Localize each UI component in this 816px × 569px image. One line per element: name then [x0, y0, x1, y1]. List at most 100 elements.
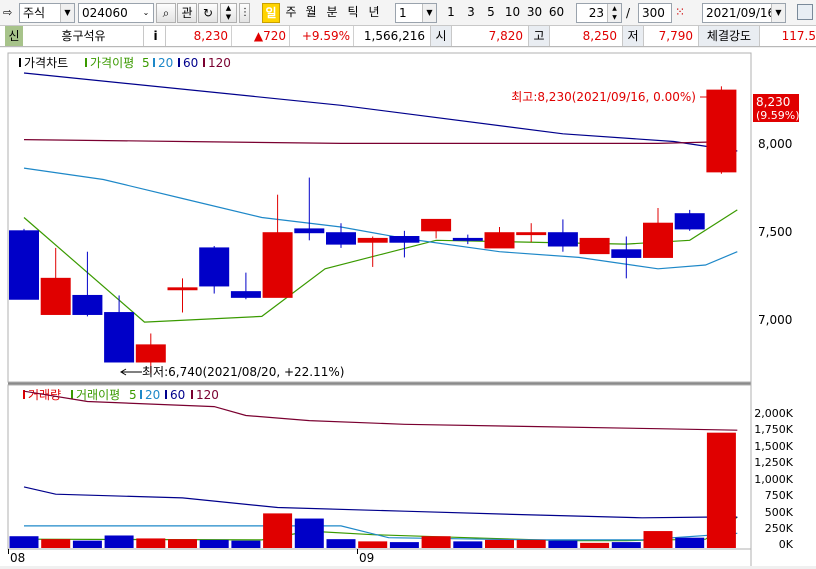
candle-body — [547, 232, 578, 247]
new-listing-tag: 신 — [5, 26, 23, 46]
market-type-select[interactable]: 주식 ▼ — [19, 3, 75, 23]
current-price-value: 8,230 — [193, 29, 228, 43]
period-tab-day[interactable]: 일 — [262, 3, 280, 23]
candle-body — [199, 247, 230, 287]
volume-y-tick: 2,000K — [754, 407, 793, 420]
volume-bar — [72, 540, 102, 548]
high-label: 고 — [528, 26, 550, 46]
quick-unit-1[interactable]: 1 — [442, 3, 460, 23]
candle-body — [389, 236, 420, 243]
link-arrow-icon[interactable]: ⇨ — [3, 6, 17, 20]
chevron-down-icon: ▼ — [422, 4, 436, 22]
low-label: 저 — [622, 26, 644, 46]
max-annotation-text: 최고:8,230(2021/09/16, 0.00%) — [511, 90, 696, 104]
price-legend-ma120: 120 — [208, 56, 231, 70]
quick-unit-3[interactable]: 3 — [462, 3, 480, 23]
legend-marker — [153, 58, 155, 67]
open-price-value: 7,820 — [488, 29, 523, 43]
volume-y-tick: 750K — [765, 489, 794, 502]
high-price-value: 8,250 — [582, 29, 617, 43]
volume-bar — [358, 541, 388, 548]
volume-bar — [199, 539, 229, 548]
candle-body — [484, 232, 515, 249]
count-input[interactable]: 23 ▲ ▼ — [576, 3, 622, 23]
legend-marker — [178, 58, 180, 67]
quick-unit-label: 10 — [504, 5, 521, 19]
change-rate-value: +9.59% — [301, 29, 350, 43]
market-type-value: 주식 — [23, 6, 46, 20]
low-label-text: 저 — [627, 29, 639, 43]
period-tab-year[interactable]: 년 — [365, 3, 383, 23]
trade-volume-value: 1,566,216 — [363, 29, 425, 43]
legend-marker — [140, 390, 142, 399]
period-tab-week[interactable]: 주 — [282, 3, 300, 23]
x-label-08: 08 — [10, 551, 25, 565]
volume-bar — [453, 541, 483, 548]
volume-bar — [675, 537, 705, 548]
candle-body — [230, 291, 261, 298]
candle-body — [40, 277, 71, 315]
period-tab-label: 일 — [265, 6, 277, 20]
volume-bar — [326, 539, 356, 548]
open-label: 시 — [430, 26, 452, 46]
window-icon[interactable] — [797, 4, 813, 20]
date-select[interactable]: 2021/09/16 ▼ — [702, 3, 786, 23]
volume-legend-ma20: 20 — [145, 388, 160, 402]
date-value: 2021/09/16 — [706, 6, 776, 20]
quick-unit-30[interactable]: 30 — [524, 3, 545, 23]
period-tab-tick[interactable]: 틱 — [344, 3, 362, 23]
candle-body — [452, 237, 483, 241]
legend-marker — [203, 58, 205, 67]
stock-chart[interactable]: 가격차트 가격이평 5 20 60 120 거래량 거래이평 5 20 60 1… — [0, 48, 816, 566]
quick-unit-60[interactable]: 60 — [546, 3, 567, 23]
volume-bar — [231, 540, 261, 548]
candle-body — [706, 89, 737, 173]
gwan-button[interactable]: 관 — [177, 3, 197, 23]
volume-legend-ma5: 5 — [129, 388, 137, 402]
current-price: 8,230 — [168, 26, 232, 46]
current-price-tag: 8,230 (9.59%) — [753, 94, 800, 122]
unit-select[interactable]: 1 ▼ — [395, 3, 437, 23]
cycle-icon-button[interactable]: ↻ — [198, 3, 218, 23]
quick-unit-10[interactable]: 10 — [502, 3, 523, 23]
period-tab-minute[interactable]: 분 — [323, 3, 341, 23]
strength-label: 체결강도 — [698, 26, 760, 46]
volume-y-tick: 250K — [765, 522, 794, 535]
period-tab-month[interactable]: 월 — [302, 3, 320, 23]
strength-label-text: 체결강도 — [706, 29, 752, 43]
candle-body — [72, 294, 103, 315]
high-price: 8,250 — [550, 26, 620, 46]
volume-bar — [485, 539, 514, 548]
stock-spinner[interactable]: ▲ ▼ — [220, 3, 237, 23]
price-legend-ma20: 20 — [158, 56, 173, 70]
quick-unit-label: 60 — [548, 5, 565, 19]
volume-y-tick: 500K — [765, 506, 794, 519]
stock-name-label: 흥구석유 — [61, 29, 106, 43]
chevron-down-icon: ▼ — [60, 4, 74, 22]
period-tab-label: 주 — [285, 5, 297, 19]
collapse-button[interactable]: ⋮ — [239, 3, 250, 23]
unit-value: 1 — [399, 6, 407, 20]
spin-down-icon: ▼ — [225, 13, 232, 21]
min-price-annotation: 최저:6,740(2021/08/20, +22.11%) — [120, 365, 344, 379]
volume-bar — [168, 539, 197, 548]
info-button[interactable]: i — [146, 26, 166, 46]
volume-legend-ma60: 60 — [170, 388, 185, 402]
stock-name[interactable]: 흥구석유 — [24, 26, 144, 46]
chevron-down-icon: ▼ — [771, 4, 785, 22]
price-y-tick: 7,500 — [758, 225, 792, 239]
quick-unit-5[interactable]: 5 — [482, 3, 500, 23]
legend-marker — [191, 390, 193, 399]
count-total-input[interactable]: 300 — [638, 3, 672, 23]
price-y-tick: 7,000 — [758, 313, 792, 327]
chart-area[interactable]: 가격차트 가격이평 5 20 60 120 거래량 거래이평 5 20 60 1… — [0, 48, 816, 566]
period-tab-label: 분 — [326, 5, 338, 19]
price-y-tick: 8,000 — [758, 137, 792, 151]
search-button[interactable]: ⌕ — [156, 3, 176, 23]
candle-body — [326, 232, 356, 245]
grid-dots-icon[interactable]: ⁙ — [675, 5, 685, 19]
stock-code-input[interactable]: 024060 ⌄ — [78, 3, 154, 23]
cycle-icon: ↻ — [202, 6, 214, 20]
candle-body — [611, 249, 642, 258]
change-rate: +9.59% — [292, 26, 354, 46]
